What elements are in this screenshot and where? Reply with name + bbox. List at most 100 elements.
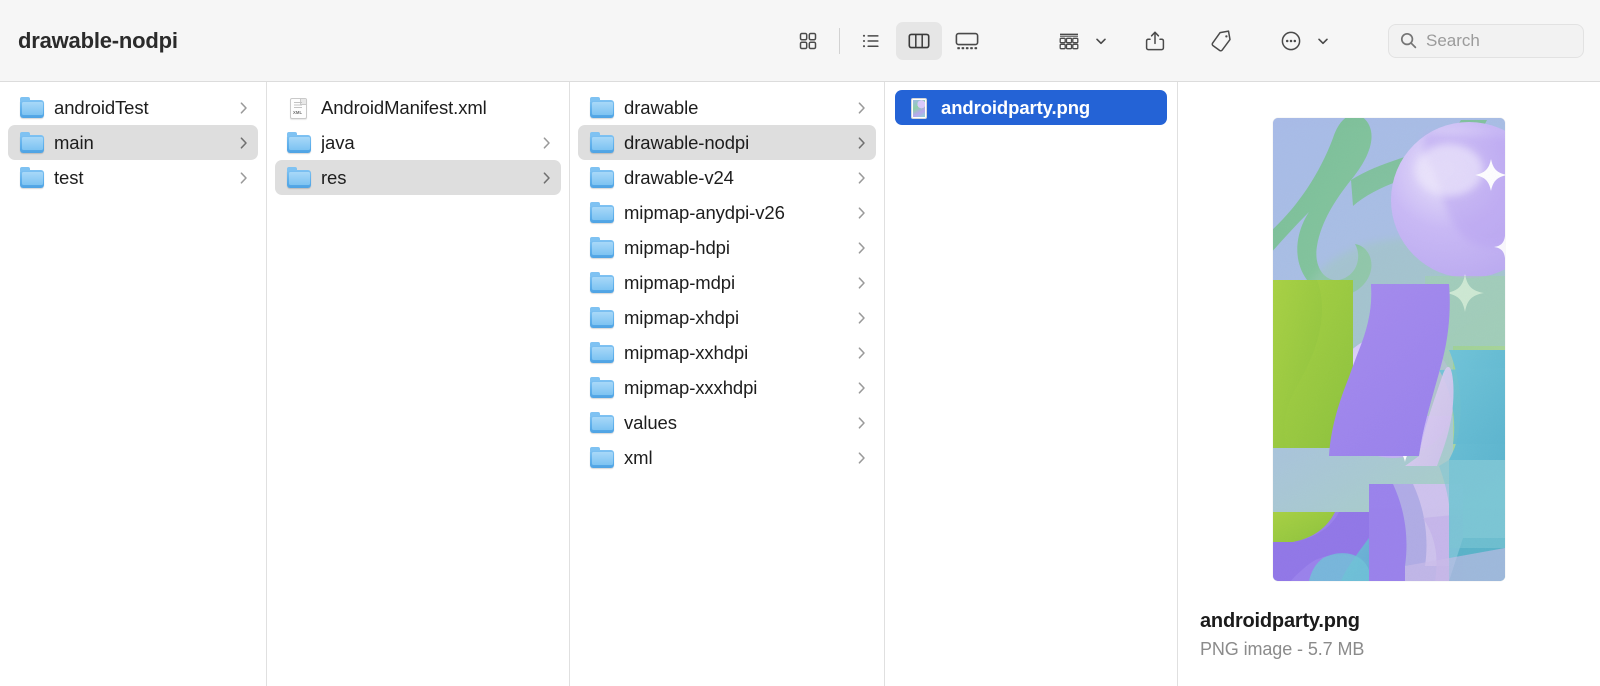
list-view-button[interactable]	[848, 22, 894, 60]
list-item-label: main	[54, 132, 228, 154]
list-item-label: mipmap-anydpi-v26	[624, 202, 846, 224]
columns-icon	[906, 29, 932, 53]
chevron-right-icon	[856, 451, 868, 465]
tags-button[interactable]	[1198, 22, 1244, 60]
list-item-selected[interactable]: drawable-nodpi	[578, 125, 876, 160]
list-item-label: drawable-nodpi	[624, 132, 846, 154]
more-button[interactable]	[1268, 22, 1314, 60]
toolbar-divider	[839, 28, 840, 54]
toolbar: drawable-nodpi	[0, 0, 1600, 82]
preview-file-name: androidparty.png	[1200, 610, 1590, 633]
icon-view-button[interactable]	[785, 22, 831, 60]
folder-icon	[287, 133, 311, 153]
view-mode-group	[785, 22, 990, 60]
list-item-label: drawable-v24	[624, 167, 846, 189]
list-item-label: values	[624, 412, 846, 434]
list-item[interactable]: XML AndroidManifest.xml	[275, 90, 561, 125]
ellipsis-circle-icon	[1278, 28, 1304, 54]
list-item-label: xml	[624, 447, 846, 469]
folder-icon	[20, 133, 44, 153]
preview-pane: androidparty.png PNG image - 5.7 MB	[1178, 82, 1600, 686]
list-item[interactable]: mipmap-xxxhdpi	[578, 370, 876, 405]
group-icon	[1056, 29, 1082, 53]
share-button[interactable]	[1132, 22, 1178, 60]
list-item-selected[interactable]: res	[275, 160, 561, 195]
folder-icon	[590, 413, 614, 433]
finder-window: drawable-nodpi	[0, 0, 1600, 686]
group-chevron[interactable]	[1092, 22, 1110, 60]
list-item-label: mipmap-xxxhdpi	[624, 377, 846, 399]
list-item[interactable]: xml	[578, 440, 876, 475]
preview-image-container	[1178, 82, 1600, 610]
xml-file-icon: XML	[287, 98, 311, 118]
list-item[interactable]: drawable-v24	[578, 160, 876, 195]
list-item[interactable]: values	[578, 405, 876, 440]
list-item[interactable]: androidTest	[8, 90, 258, 125]
preview-image	[1273, 118, 1505, 581]
folder-icon	[590, 98, 614, 118]
gallery-icon	[953, 29, 981, 53]
search-field[interactable]: Search	[1388, 24, 1584, 58]
folder-icon	[590, 133, 614, 153]
column-1[interactable]: androidTest main test	[0, 82, 267, 686]
list-icon	[859, 29, 883, 53]
folder-icon	[590, 203, 614, 223]
group-by-control[interactable]	[1046, 22, 1110, 60]
list-item-label: test	[54, 167, 228, 189]
chevron-right-icon	[856, 101, 868, 115]
column-view-button[interactable]	[896, 22, 942, 60]
list-item[interactable]: mipmap-mdpi	[578, 265, 876, 300]
chevron-right-icon	[856, 241, 868, 255]
chevron-right-icon	[856, 381, 868, 395]
preview-info: androidparty.png PNG image - 5.7 MB	[1178, 610, 1600, 686]
folder-icon	[287, 168, 311, 188]
list-item[interactable]: drawable	[578, 90, 876, 125]
chevron-right-icon	[238, 136, 250, 150]
list-item-label: mipmap-hdpi	[624, 237, 846, 259]
chevron-right-icon	[856, 206, 868, 220]
list-item[interactable]: java	[275, 125, 561, 160]
group-button[interactable]	[1046, 22, 1092, 60]
list-item[interactable]: mipmap-hdpi	[578, 230, 876, 265]
folder-icon	[590, 448, 614, 468]
list-item-label: mipmap-mdpi	[624, 272, 846, 294]
list-item[interactable]: mipmap-anydpi-v26	[578, 195, 876, 230]
search-icon	[1399, 31, 1418, 50]
grid-icon	[796, 29, 820, 53]
list-item-label: androidTest	[54, 97, 228, 119]
chevron-right-icon	[541, 171, 553, 185]
list-item[interactable]: test	[8, 160, 258, 195]
list-item-label: java	[321, 132, 531, 154]
list-item-selected[interactable]: androidparty.png	[895, 90, 1167, 125]
chevron-down-icon	[1094, 34, 1108, 48]
list-item[interactable]: mipmap-xhdpi	[578, 300, 876, 335]
more-chevron[interactable]	[1314, 22, 1332, 60]
search-placeholder: Search	[1426, 31, 1480, 51]
window-title: drawable-nodpi	[18, 28, 178, 54]
folder-icon	[20, 168, 44, 188]
androidparty-artwork	[1273, 118, 1505, 581]
column-browser: androidTest main test	[0, 82, 1600, 686]
list-item-label: AndroidManifest.xml	[321, 97, 531, 119]
gallery-view-button[interactable]	[944, 22, 990, 60]
column-2[interactable]: XML AndroidManifest.xml java res	[267, 82, 570, 686]
folder-icon	[590, 308, 614, 328]
folder-icon	[590, 168, 614, 188]
chevron-right-icon	[541, 136, 553, 150]
list-item[interactable]: mipmap-xxhdpi	[578, 335, 876, 370]
column-3[interactable]: drawable drawable-nodpi drawable-v24	[570, 82, 885, 686]
tag-icon	[1207, 28, 1235, 54]
chevron-right-icon	[238, 171, 250, 185]
chevron-right-icon	[856, 416, 868, 430]
more-control[interactable]	[1268, 22, 1332, 60]
png-thumb-icon	[907, 98, 931, 118]
folder-icon	[590, 238, 614, 258]
chevron-right-icon	[238, 101, 250, 115]
folder-icon	[590, 343, 614, 363]
column-4[interactable]: androidparty.png	[885, 82, 1178, 686]
list-item-label: mipmap-xxhdpi	[624, 342, 846, 364]
folder-icon	[590, 378, 614, 398]
folder-icon	[590, 273, 614, 293]
chevron-right-icon	[856, 136, 868, 150]
list-item-selected[interactable]: main	[8, 125, 258, 160]
